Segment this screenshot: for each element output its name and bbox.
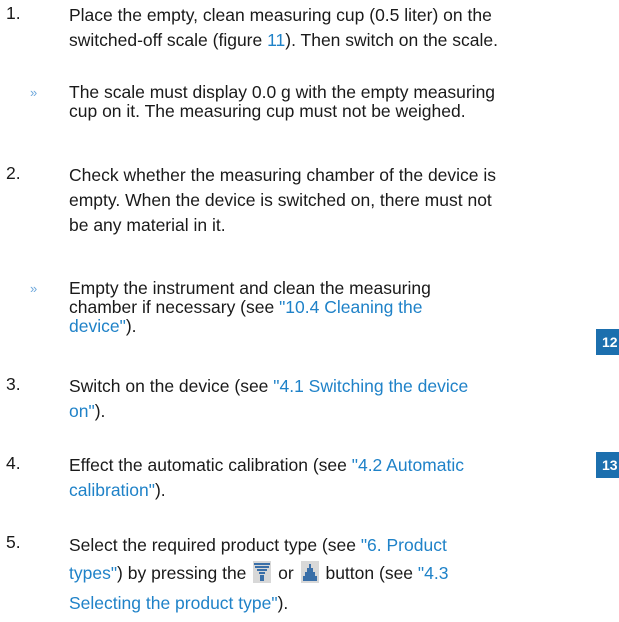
pile-icon [300, 561, 319, 592]
result-text: chamber if necessary (see [69, 297, 280, 317]
step-text: empty. When the device is switched on, t… [69, 190, 492, 210]
step-text: Effect the automatic calibration (see [69, 455, 352, 475]
step-number: 1. [6, 3, 21, 23]
funnel-icon [253, 561, 272, 592]
cross-reference-link[interactable]: "4.3 [418, 563, 449, 583]
result-text: cup on it. The measuring cup must not be… [69, 101, 466, 121]
step-number: 5. [6, 532, 21, 552]
step-text: ). [277, 593, 289, 613]
step-text: ) by pressing the [117, 563, 252, 583]
cross-reference-link[interactable]: on" [69, 401, 95, 421]
step-text: Place the empty, clean measuring cup (0.… [69, 5, 492, 25]
step-text: or [278, 563, 294, 583]
figure-badge-13[interactable]: 13 [596, 452, 619, 478]
result-text: The scale must display 0.0 g with the em… [69, 82, 496, 102]
step-text: ). [94, 401, 106, 421]
step-text: ). Then switch on the scale. [285, 30, 498, 50]
step-number: 4. [6, 453, 21, 473]
cross-reference-link[interactable]: types" [69, 563, 117, 583]
cross-reference-link[interactable]: Selecting the product type" [69, 593, 278, 613]
cross-reference-link[interactable]: "10.4 Cleaning the [279, 297, 422, 317]
figure-link[interactable]: 11 [267, 30, 285, 50]
step-text: be any material in it. [69, 215, 226, 235]
result-marker: » [30, 281, 38, 296]
cross-reference-link[interactable]: "4.2 Automatic [352, 455, 464, 475]
step-text: Check whether the measuring chamber of t… [69, 165, 497, 185]
step-number: 2. [6, 163, 21, 183]
figure-badge-12[interactable]: 12 [596, 329, 619, 355]
cross-reference-link[interactable]: device" [69, 316, 126, 336]
step-text: Switch on the device (see [69, 376, 274, 396]
step-number: 3. [6, 374, 21, 394]
result-text: ). [125, 316, 137, 336]
result-text: Empty the instrument and clean the measu… [69, 278, 431, 298]
cross-reference-link[interactable]: calibration" [69, 480, 155, 500]
cross-reference-link[interactable]: "6. Product [361, 535, 447, 555]
step-text: Select the required product type (see [69, 535, 361, 555]
step-text: button (see [325, 563, 418, 583]
result-marker: » [30, 85, 38, 100]
step-text: switched-off scale (figure [69, 30, 268, 50]
cross-reference-link[interactable]: "4.1 Switching the device [273, 376, 468, 396]
step-text: ). [154, 480, 166, 500]
